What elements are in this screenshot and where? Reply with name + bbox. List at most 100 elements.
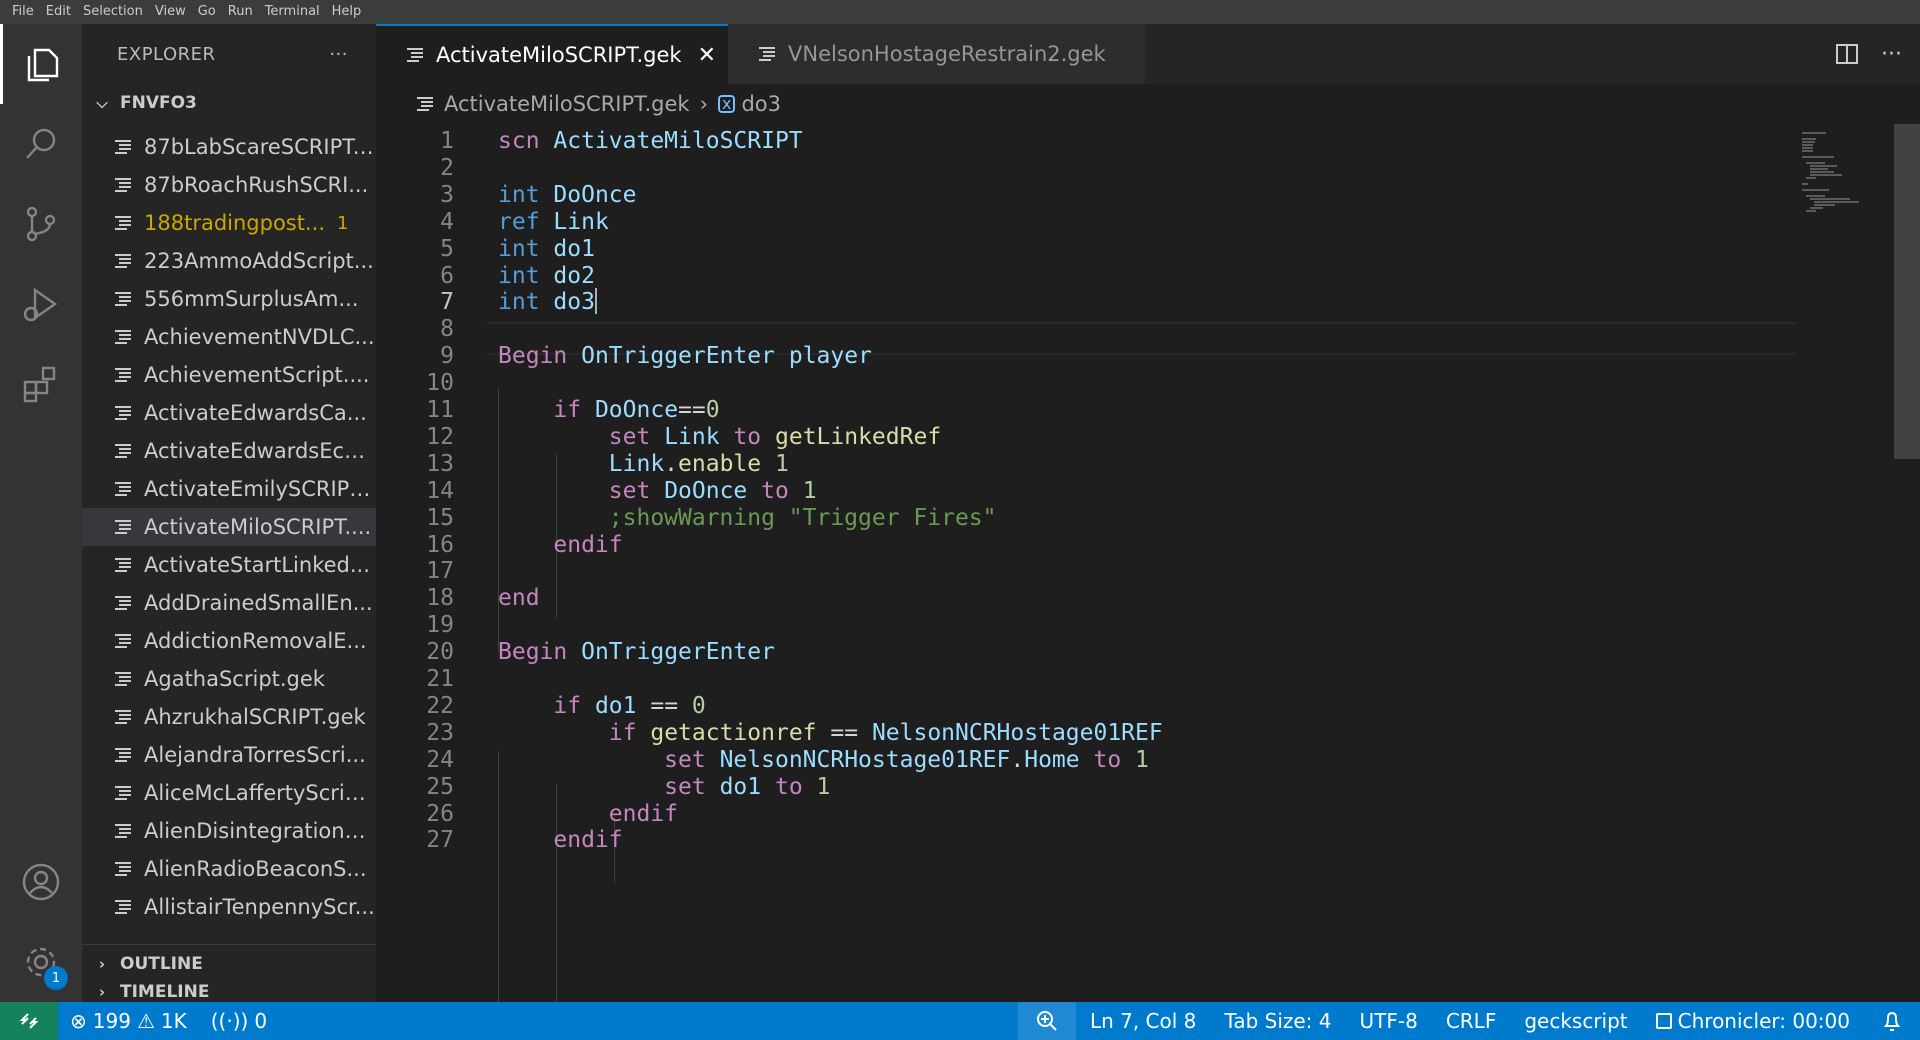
minimap-line <box>1806 177 1816 179</box>
chevron-down-icon: ⌵ <box>96 94 108 112</box>
list-item[interactable]: ActivateEmilySCRIPT... <box>82 470 376 508</box>
list-item[interactable]: AhzrukhalSCRIPT.gek <box>82 698 376 736</box>
file-name: 223AmmoAddScript... <box>144 249 374 273</box>
file-name: AddDrainedSmallEn... <box>144 591 373 615</box>
language-mode[interactable]: geckscript <box>1510 1009 1641 1033</box>
search-icon[interactable] <box>0 104 82 184</box>
ports-indicator[interactable]: ((·)) 0 <box>199 1009 279 1033</box>
list-item[interactable]: AchievementNVDLC... <box>82 318 376 356</box>
list-item[interactable]: AddictionRemovalE... <box>82 622 376 660</box>
file-name: AddictionRemovalE... <box>144 629 367 653</box>
tab-label: ActivateMiloSCRIPT.gek <box>436 43 682 67</box>
file-name: 188tradingpost... <box>144 211 326 235</box>
problem-count-badge: 1 <box>337 212 349 234</box>
tab-activatemiloscript[interactable]: ActivateMiloSCRIPT.gek ✕ <box>376 24 728 84</box>
list-item[interactable]: 87bLabScareSCRIPT.... <box>82 128 376 166</box>
file-lines-icon <box>115 900 131 914</box>
explorer-header: EXPLORER ··· <box>82 24 376 84</box>
list-item[interactable]: AlejandraTorresScri... <box>82 736 376 774</box>
file-name: ActivateEmilySCRIPT... <box>144 477 376 501</box>
sidebar: EXPLORER ··· ⌵ FNVFO3 87bLabScareSCRIPT.… <box>82 24 376 1002</box>
error-count: 199 <box>92 1009 131 1033</box>
menu-edit[interactable]: Edit <box>40 0 77 24</box>
explorer-icon[interactable] <box>0 24 82 104</box>
minimap-line <box>1810 168 1828 170</box>
file-lines-icon <box>115 520 131 534</box>
list-item[interactable]: AlienRadioBeaconS... <box>82 850 376 888</box>
file-name: ActivateStartLinked... <box>144 553 370 577</box>
menu-go[interactable]: Go <box>192 0 222 24</box>
list-item[interactable]: AgathaScript.gek <box>82 660 376 698</box>
outline-section[interactable]: › OUTLINE <box>82 944 376 983</box>
file-lines-icon <box>115 406 131 420</box>
cursor-position[interactable]: Ln 7, Col 8 <box>1076 1009 1210 1033</box>
source-control-icon[interactable] <box>0 184 82 264</box>
chronicler-status[interactable]: Chronicler: 00:00 <box>1642 1009 1864 1033</box>
list-item[interactable]: AliceMcLaffertyScrip... <box>82 774 376 812</box>
line-ending[interactable]: CRLF <box>1432 1009 1511 1033</box>
close-icon[interactable]: ✕ <box>698 43 716 68</box>
accounts-icon[interactable] <box>0 842 82 922</box>
tab-size[interactable]: Tab Size: 4 <box>1210 1009 1345 1033</box>
code-editor[interactable]: 1 scn ActivateMiloSCRIPT 2 3 int DoOnce 4 ref … <box>376 124 1920 1002</box>
menu-help[interactable]: Help <box>326 0 368 24</box>
minimap-line <box>1802 141 1815 143</box>
file-lines-icon <box>115 368 131 382</box>
file-list: 87bLabScareSCRIPT.... 87bRoachRushSCRI...… <box>82 128 376 944</box>
file-lines-icon <box>115 672 131 686</box>
list-item[interactable]: ActivateEdwardsEch... <box>82 432 376 470</box>
zoom-icon[interactable] <box>1017 1002 1076 1040</box>
chevron-right-icon: › <box>98 955 106 973</box>
file-name: 87bRoachRushSCRI... <box>144 173 369 197</box>
list-item[interactable]: 556mmSurplusAm... <box>82 280 376 318</box>
remote-icon[interactable] <box>0 1002 58 1040</box>
encoding[interactable]: UTF-8 <box>1346 1009 1432 1033</box>
file-name: ActivateEdwardsCa... <box>144 401 367 425</box>
status-bar: ⊗ 199 ⚠ 1K ((·)) 0 Ln 7, Col 8 Tab Size:… <box>0 1002 1920 1040</box>
run-debug-icon[interactable] <box>0 264 82 344</box>
minimap[interactable] <box>1796 124 1920 1002</box>
more-actions-icon[interactable]: ··· <box>1881 42 1902 67</box>
breadcrumb: ActivateMiloSCRIPT.gek › x do3 <box>376 84 1920 124</box>
notifications-bell-icon[interactable] <box>1864 1010 1920 1032</box>
list-item[interactable]: AchievementScript.... <box>82 356 376 394</box>
tab-vnelsonhostagerestrain2[interactable]: VNelsonHostageRestrain2.gek <box>728 24 1146 84</box>
list-item[interactable]: AlienDisintegrationE... <box>82 812 376 850</box>
list-item[interactable]: AddDrainedSmallEn... <box>82 584 376 622</box>
variable-symbol-icon: x <box>717 95 736 113</box>
file-lines-icon <box>115 140 131 154</box>
folder-header[interactable]: ⌵ FNVFO3 <box>82 84 376 122</box>
list-item[interactable]: 188tradingpost... 1 <box>82 204 376 242</box>
list-item[interactable]: 87bRoachRushSCRI... <box>82 166 376 204</box>
list-item[interactable]: ActivateStartLinked... <box>82 546 376 584</box>
list-item[interactable]: AllistairTenpennyScr... <box>82 888 376 926</box>
file-lines-icon <box>115 824 131 838</box>
menu-run[interactable]: Run <box>222 0 259 24</box>
timeline-section[interactable]: › TIMELINE <box>82 982 376 1002</box>
file-lines-icon <box>115 634 131 648</box>
list-item[interactable]: ActivateMiloSCRIPT.... <box>82 508 376 546</box>
code-line[interactable]: 27 endif <box>376 824 1796 857</box>
list-item[interactable]: ActivateEdwardsCa... <box>82 394 376 432</box>
split-editor-icon[interactable] <box>1835 42 1859 66</box>
menu-view[interactable]: View <box>149 0 192 24</box>
file-name: 87bLabScareSCRIPT.... <box>144 135 376 159</box>
menu-terminal[interactable]: Terminal <box>259 0 326 24</box>
breadcrumb-symbol[interactable]: do3 <box>741 92 781 116</box>
chronicler-label: Chronicler: 00:00 <box>1677 1009 1850 1033</box>
menu-selection[interactable]: Selection <box>77 0 149 24</box>
menu-file[interactable]: File <box>6 0 40 24</box>
editor-actions: ··· <box>1835 24 1902 84</box>
breadcrumb-file[interactable]: ActivateMiloSCRIPT.gek <box>444 92 690 116</box>
chevron-right-icon: › <box>98 983 106 1001</box>
file-lines-icon <box>115 748 131 762</box>
minimap-line <box>1802 144 1813 146</box>
list-item[interactable]: 223AmmoAddScript... <box>82 242 376 280</box>
problems-indicator[interactable]: ⊗ 199 ⚠ 1K <box>58 1009 199 1033</box>
more-actions-icon[interactable]: ··· <box>329 44 348 65</box>
file-name: AchievementScript.... <box>144 363 370 387</box>
scrollbar-thumb[interactable] <box>1894 124 1920 459</box>
ports-count: 0 <box>254 1009 268 1033</box>
extensions-icon[interactable] <box>0 344 82 424</box>
manage-gear-icon[interactable]: 1 <box>0 922 82 1002</box>
